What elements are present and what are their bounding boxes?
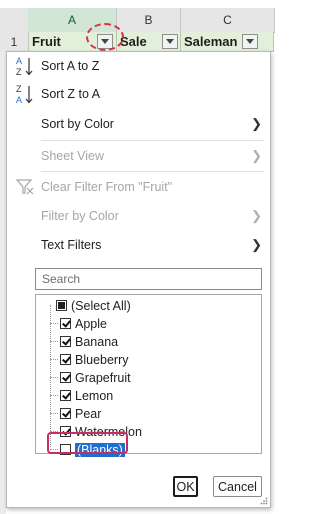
chevron-down-icon xyxy=(166,39,174,44)
saleman-filter-button[interactable] xyxy=(242,34,258,49)
filter-value-list[interactable]: (Select All) Apple Banana Blueberry Grap… xyxy=(35,294,262,457)
search-input[interactable]: Search xyxy=(35,268,262,290)
resize-grip-icon[interactable] xyxy=(260,497,268,505)
list-item-label: Grapefruit xyxy=(75,370,131,385)
list-item[interactable]: Grapefruit xyxy=(50,369,131,386)
list-item-select-all[interactable]: (Select All) xyxy=(56,297,131,314)
list-item-label: Banana xyxy=(75,334,119,349)
list-item-label: Apple xyxy=(75,316,107,331)
filter-by-color-label: Filter by Color xyxy=(41,209,119,223)
highlight-circle xyxy=(86,23,124,51)
clear-filter-icon xyxy=(15,179,34,195)
sort-by-color-label: Sort by Color xyxy=(41,117,114,131)
ok-button[interactable]: OK xyxy=(173,476,198,497)
blanks-highlight-box xyxy=(47,432,128,454)
ok-label: OK xyxy=(176,479,195,494)
item-checkbox[interactable] xyxy=(60,408,71,419)
list-item[interactable]: Lemon xyxy=(50,387,113,404)
clear-filter-item: Clear Filter From "Fruit" xyxy=(7,173,270,201)
header-cell-label: Sale xyxy=(120,34,147,49)
list-item-label: Pear xyxy=(75,406,102,421)
sort-z-to-a-item[interactable]: Z A Sort Z to A xyxy=(7,80,270,108)
chevron-right-icon: ❯ xyxy=(251,116,262,131)
header-cell-saleman[interactable]: Saleman xyxy=(181,32,274,52)
item-checkbox[interactable] xyxy=(60,390,71,401)
list-item[interactable]: Pear xyxy=(50,405,101,422)
list-item[interactable]: Banana xyxy=(50,333,118,350)
search-placeholder: Search xyxy=(42,272,81,286)
sheet-view-item: Sheet View ❯ xyxy=(7,142,270,170)
menu-divider xyxy=(41,171,264,172)
list-item-label: Blueberry xyxy=(75,352,129,367)
column-header-b[interactable]: B xyxy=(117,8,181,33)
text-filters-label: Text Filters xyxy=(41,238,102,252)
list-item[interactable]: Apple xyxy=(50,315,107,332)
sort-descending-icon: Z A xyxy=(16,84,33,105)
autofilter-menu: A Z Sort A to Z Z A Sort Z to A Sort by … xyxy=(6,51,271,508)
sort-a-to-z-label: Sort A to Z xyxy=(41,59,100,73)
cancel-label: Cancel xyxy=(218,479,257,494)
sort-a-to-z-item[interactable]: A Z Sort A to Z xyxy=(7,52,270,80)
svg-text:A: A xyxy=(16,56,22,66)
sort-by-color-item[interactable]: Sort by Color ❯ xyxy=(7,110,270,138)
item-checkbox[interactable] xyxy=(60,318,71,329)
header-cell-label: Fruit xyxy=(32,34,61,49)
item-checkbox[interactable] xyxy=(60,372,71,383)
column-header-c[interactable]: C xyxy=(181,8,275,33)
row-header-1[interactable]: 1 xyxy=(0,32,29,53)
sheet-view-label: Sheet View xyxy=(41,149,105,163)
menu-divider xyxy=(41,140,264,141)
svg-text:Z: Z xyxy=(16,67,22,77)
sale-filter-button[interactable] xyxy=(162,34,178,49)
item-checkbox[interactable] xyxy=(60,354,71,365)
chevron-right-icon: ❯ xyxy=(251,237,262,252)
list-item[interactable]: Blueberry xyxy=(50,351,129,368)
clear-filter-label: Clear Filter From "Fruit" xyxy=(41,180,173,194)
filter-by-color-item: Filter by Color ❯ xyxy=(7,202,270,230)
list-item-label: (Select All) xyxy=(71,298,131,313)
svg-text:Z: Z xyxy=(16,84,22,94)
select-all-checkbox[interactable] xyxy=(56,300,67,311)
chevron-right-icon: ❯ xyxy=(251,148,262,163)
cancel-button[interactable]: Cancel xyxy=(213,476,262,497)
chevron-right-icon: ❯ xyxy=(251,208,262,223)
header-cell-label: Saleman xyxy=(184,34,238,49)
select-all-corner[interactable] xyxy=(0,8,29,33)
item-checkbox[interactable] xyxy=(60,336,71,347)
svg-text:A: A xyxy=(16,95,22,105)
list-item-label: Lemon xyxy=(75,388,114,403)
text-filters-item[interactable]: Text Filters ❯ xyxy=(7,231,270,259)
sort-z-to-a-label: Sort Z to A xyxy=(41,87,101,101)
sort-ascending-icon: A Z xyxy=(16,56,33,77)
chevron-down-icon xyxy=(246,39,254,44)
